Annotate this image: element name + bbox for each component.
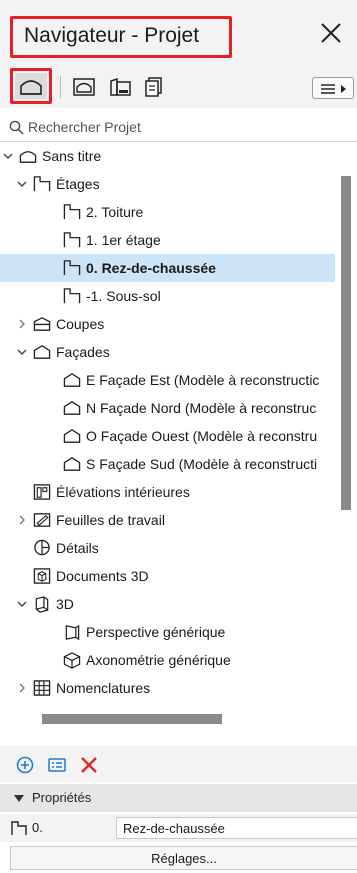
delete-icon[interactable]: [78, 754, 100, 776]
axonometry-icon: [63, 652, 81, 669]
tree-item-label: Nomenclatures: [56, 680, 151, 696]
tree-item-label: Axonométrie générique: [86, 652, 231, 668]
navigator-menu-button[interactable]: [312, 77, 354, 99]
worksheet-icon: [33, 513, 51, 527]
tree-item-label: 0. Rez-de-chaussée: [86, 260, 216, 276]
tree-item-label: Documents 3D: [56, 568, 149, 584]
tree-item[interactable]: N Façade Nord (Modèle à reconstruc: [0, 394, 335, 422]
chevron-down-icon[interactable]: [16, 598, 28, 610]
tree-item-label: O Façade Ouest (Modèle à reconstru: [86, 428, 318, 444]
section-icon: [33, 317, 51, 331]
perspective-icon: [65, 624, 80, 641]
chevron-right-icon[interactable]: [16, 682, 28, 694]
story-icon: [63, 232, 81, 248]
elevation-icon: [33, 345, 51, 359]
story-icon: [63, 204, 81, 220]
properties-list-icon[interactable]: [46, 754, 68, 776]
toolbar-separator: [60, 76, 61, 98]
tree-item-label: S Façade Sud (Modèle à reconstructi: [86, 456, 318, 472]
3d-icon: [35, 596, 49, 613]
tree-item[interactable]: 1. 1er étage: [0, 226, 335, 254]
tree-item[interactable]: 2. Toiture: [0, 198, 335, 226]
tree-item[interactable]: Façades: [0, 338, 335, 366]
story-icon: [63, 288, 81, 304]
story-icon: [63, 260, 81, 276]
document-3d-icon: [33, 568, 51, 584]
tree-item[interactable]: 0. Rez-de-chaussée: [0, 254, 335, 282]
close-icon[interactable]: [318, 20, 344, 46]
title-highlight: Navigateur - Projet: [10, 16, 232, 58]
chevron-right-icon[interactable]: [16, 318, 28, 330]
window-title: Navigateur - Projet: [24, 24, 200, 47]
schedule-icon: [33, 680, 51, 696]
tree-item-label: Coupes: [56, 316, 105, 332]
properties-title: Propriétés: [32, 790, 92, 805]
story-icon: [33, 176, 51, 192]
search-input[interactable]: [28, 116, 348, 138]
collapse-triangle-icon: [14, 795, 24, 802]
tree-item[interactable]: O Façade Ouest (Modèle à reconstru: [0, 422, 335, 450]
tree-item-label: E Façade Est (Modèle à reconstructic: [86, 372, 320, 388]
project-icon: [19, 151, 37, 163]
detail-icon: [34, 539, 50, 556]
tree-item[interactable]: Perspective générique: [0, 618, 335, 646]
chevron-right-icon[interactable]: [16, 514, 28, 526]
chevron-down-icon[interactable]: [2, 150, 14, 162]
tree-item[interactable]: Détails: [0, 534, 335, 562]
properties-header[interactable]: Propriétés: [0, 784, 357, 812]
tree-item-label: Façades: [56, 344, 110, 360]
tree-item[interactable]: Feuilles de travail: [0, 506, 335, 534]
tree-item[interactable]: Sans titre: [0, 142, 335, 170]
tree-item-label: Perspective générique: [86, 624, 226, 640]
settings-button[interactable]: Réglages...: [10, 846, 357, 870]
navigator-toolbar: [0, 66, 357, 108]
elevation-icon: [63, 429, 81, 443]
tree-item[interactable]: Documents 3D: [0, 562, 335, 590]
tree-item-label: Sans titre: [42, 148, 102, 164]
tree-item[interactable]: -1. Sous-sol: [0, 282, 335, 310]
elevation-icon: [63, 457, 81, 471]
tree-item[interactable]: Axonométrie générique: [0, 646, 335, 674]
story-icon: [11, 821, 27, 835]
tree-item-label: Étages: [56, 176, 100, 192]
horizontal-scrollbar[interactable]: [42, 714, 222, 724]
view-map-icon[interactable]: [72, 76, 96, 98]
search-icon: [9, 120, 24, 135]
properties-row: 0.: [0, 814, 357, 842]
tree-actions: [0, 746, 357, 782]
tree-item-label: Détails: [56, 540, 99, 556]
tree-item-label: N Façade Nord (Modèle à reconstruc: [86, 400, 317, 416]
tree-item-label: Élévations intérieures: [56, 484, 190, 500]
elevation-icon: [63, 373, 81, 387]
elevation-icon: [63, 401, 81, 415]
layout-book-icon[interactable]: [108, 76, 132, 98]
chevron-down-icon[interactable]: [16, 178, 28, 190]
tree-item[interactable]: E Façade Est (Modèle à reconstructic: [0, 366, 335, 394]
tree-item-label: Feuilles de travail: [56, 512, 165, 528]
story-name-field[interactable]: [116, 817, 357, 839]
project-tree: Sans titre Étages 2. Toiture 1. 1er étage 0.…: [0, 142, 357, 702]
interior-elevation-icon: [33, 484, 51, 500]
chevron-down-icon[interactable]: [16, 346, 28, 358]
add-icon[interactable]: [14, 754, 36, 776]
title-bar: Navigateur - Projet: [0, 0, 357, 66]
project-map-button[interactable]: [10, 68, 52, 104]
search-bar: [0, 112, 357, 142]
tree-item-label: 3D: [56, 596, 74, 612]
tree-item-label: 1. 1er étage: [86, 232, 161, 248]
story-id: 0.: [32, 820, 43, 835]
tree-item-label: 2. Toiture: [86, 204, 144, 220]
tree-item[interactable]: Nomenclatures: [0, 674, 335, 702]
tree-item[interactable]: Élévations intérieures: [0, 478, 335, 506]
vertical-scrollbar[interactable]: [341, 176, 351, 510]
tree-item-label: -1. Sous-sol: [86, 288, 161, 304]
tree-item[interactable]: S Façade Sud (Modèle à reconstructi: [0, 450, 335, 478]
project-map-icon: [20, 80, 42, 95]
tree-item[interactable]: 3D: [0, 590, 335, 618]
publisher-sets-icon[interactable]: [142, 76, 166, 98]
tree-item[interactable]: Étages: [0, 170, 335, 198]
menu-icon: [321, 84, 346, 94]
tree-item[interactable]: Coupes: [0, 310, 335, 338]
